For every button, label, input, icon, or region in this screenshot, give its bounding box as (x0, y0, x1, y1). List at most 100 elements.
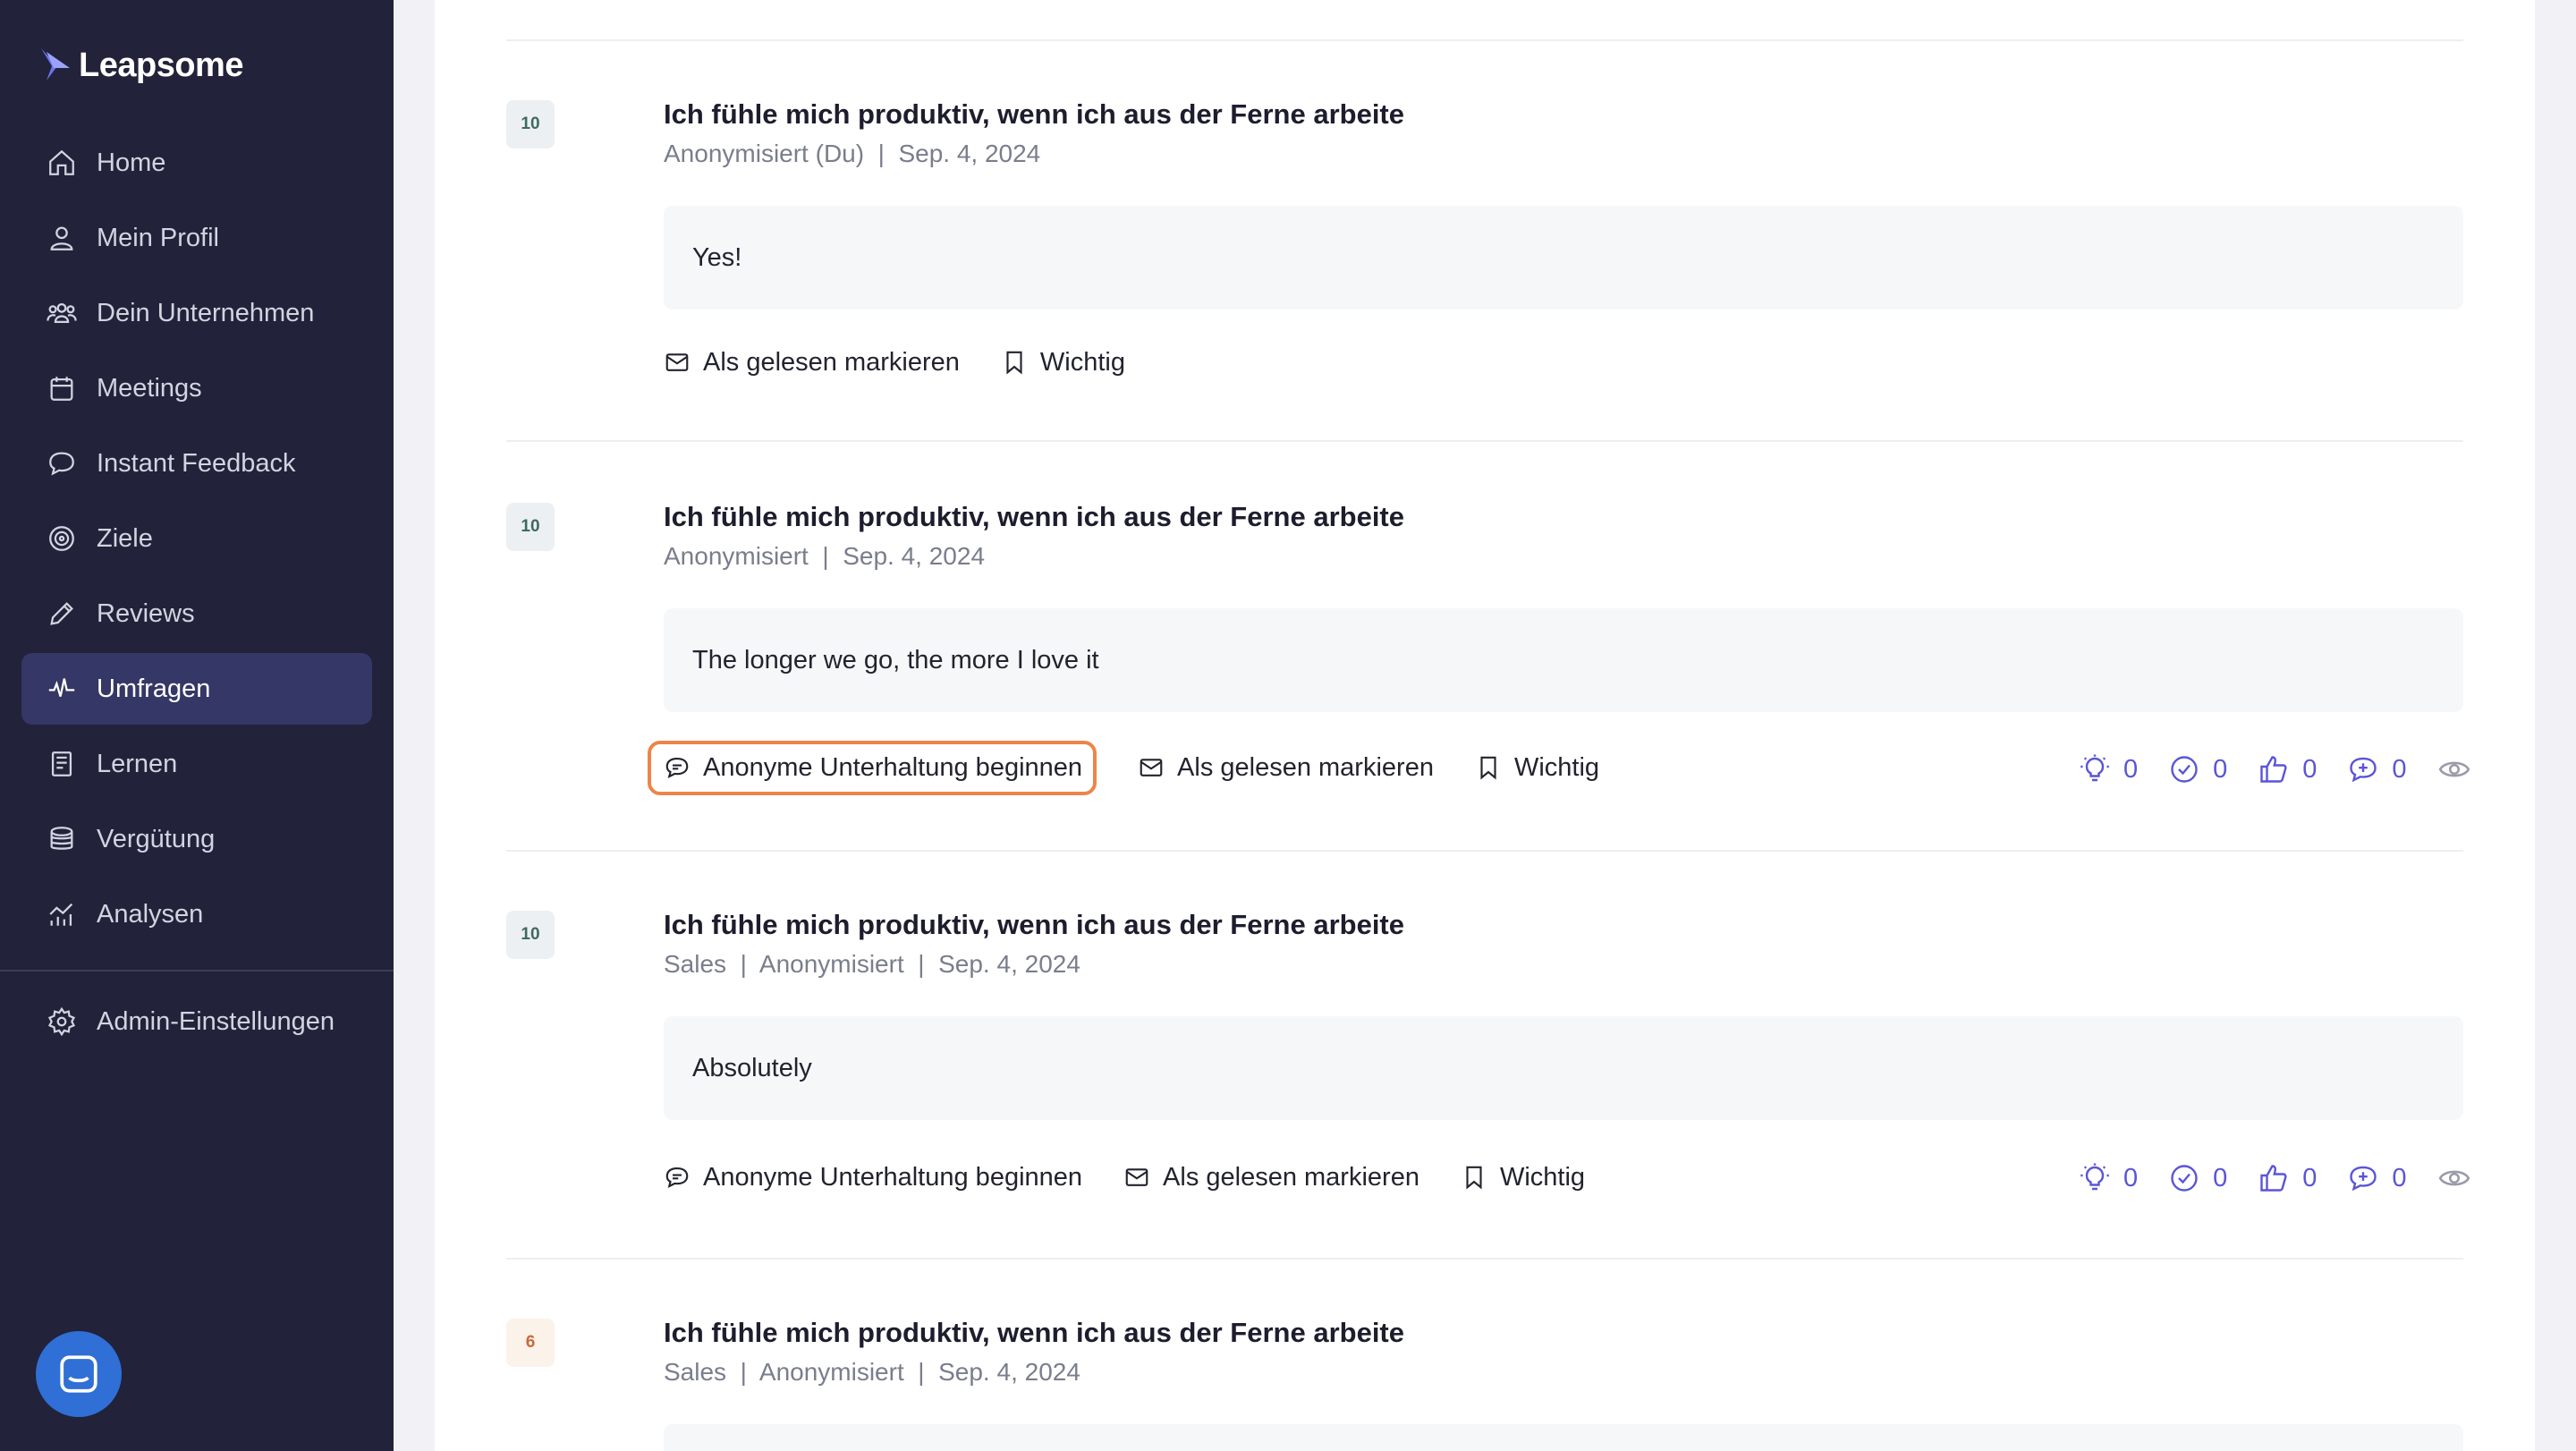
response-meta: Anonymisiert | Sep. 4, 2024 (664, 542, 986, 570)
important-button[interactable]: Wichtig (1461, 1163, 1585, 1192)
action-label: Wichtig (1039, 347, 1125, 377)
score-badge: 10 (506, 911, 555, 959)
sidebar-item-label: Lernen (97, 749, 178, 778)
target-icon (49, 526, 74, 551)
sidebar: Leapsome Home Mein Profil Dein Unternehm… (0, 0, 394, 1451)
action-label: Wichtig (1513, 752, 1600, 782)
user-icon (50, 226, 73, 250)
comment-plus-icon (2350, 1166, 2377, 1192)
entry-actions: Anonyme Unterhaltung beginnen Als gelese… (664, 1150, 1626, 1204)
book-icon (51, 751, 72, 776)
sidebar-item-surveys[interactable]: Umfragen (21, 653, 372, 725)
important-button[interactable]: Wichtig (1001, 348, 1125, 378)
comment-reaction[interactable]: 0 (2347, 1162, 2407, 1194)
entry-divider (506, 440, 2463, 442)
agree-count: 0 (2213, 754, 2228, 784)
admin-nav: Admin-Einstellungen (21, 986, 372, 1061)
action-label: Als gelesen markieren (1177, 752, 1434, 782)
action-label: Anonyme Unterhaltung beginnen (703, 1162, 1083, 1192)
start-anonymous-conversation-button[interactable]: Anonyme Unterhaltung beginnen (664, 1163, 1082, 1192)
sidebar-item-analytics[interactable]: Analysen (21, 878, 372, 950)
important-button[interactable]: Wichtig (1475, 753, 1599, 783)
sidebar-item-meetings[interactable]: Meetings (21, 352, 372, 424)
chat-icon (665, 1167, 689, 1188)
lightbulb-icon (2080, 1163, 2109, 1191)
sidebar-item-label: Vergütung (97, 824, 216, 853)
like-count: 0 (2302, 754, 2318, 784)
bookmark-icon (1480, 756, 1496, 780)
idea-reaction[interactable]: 0 (2079, 753, 2138, 785)
chat-icon (49, 452, 74, 476)
leapsome-bird-icon (41, 48, 70, 81)
eye-icon[interactable] (2437, 1161, 2471, 1195)
sidebar-item-label: Analysen (97, 899, 204, 929)
main-nav: Home Mein Profil Dein Unternehmen Meetin… (21, 127, 372, 954)
comment-count: 0 (2392, 1163, 2407, 1192)
sidebar-item-compensation[interactable]: Vergütung (21, 803, 372, 875)
mark-read-button[interactable]: Als gelesen markieren (664, 348, 960, 378)
sidebar-item-instant-feedback[interactable]: Instant Feedback (21, 428, 372, 499)
like-reaction[interactable]: 0 (2258, 753, 2317, 785)
thumbs-up-icon (2260, 756, 2287, 783)
sidebar-item-label: Admin-Einstellungen (97, 1006, 335, 1036)
sidebar-item-label: Instant Feedback (97, 448, 296, 478)
chat-bubble-icon (60, 1355, 97, 1393)
agree-count: 0 (2213, 1163, 2228, 1192)
entry-divider (506, 1258, 2463, 1260)
sidebar-item-learning[interactable]: Lernen (21, 728, 372, 800)
leapsome-logo[interactable]: Leapsome (38, 45, 243, 86)
sidebar-item-home[interactable]: Home (21, 127, 372, 199)
idea-reaction[interactable]: 0 (2079, 1162, 2138, 1194)
sidebar-item-company[interactable]: Dein Unternehmen (21, 277, 372, 349)
agree-reaction[interactable]: 0 (2168, 1162, 2227, 1194)
entry-divider (506, 850, 2463, 852)
start-anonymous-conversation-button[interactable]: Anonyme Unterhaltung beginnen (648, 740, 1097, 795)
envelope-icon (1125, 1168, 1148, 1186)
bookmark-icon (1466, 1166, 1482, 1190)
home-icon (49, 149, 74, 175)
pulse-icon (48, 678, 75, 697)
sidebar-item-goals[interactable]: Ziele (21, 503, 372, 574)
sidebar-item-label: Home (97, 148, 166, 177)
action-label: Als gelesen markieren (1163, 1162, 1419, 1192)
sidebar-item-reviews[interactable]: Reviews (21, 578, 372, 649)
mark-read-button[interactable]: Als gelesen markieren (1138, 753, 1434, 783)
agree-reaction[interactable]: 0 (2168, 753, 2227, 785)
help-chat-button[interactable] (36, 1331, 122, 1417)
sidebar-item-profile[interactable]: Mein Profil (21, 202, 372, 274)
like-count: 0 (2302, 1163, 2318, 1192)
question-title: Ich fühle mich produktiv, wenn ich aus d… (664, 98, 1404, 130)
comment-reaction[interactable]: 0 (2347, 753, 2407, 785)
score-badge: 10 (506, 503, 555, 551)
comment-plus-icon (2350, 757, 2377, 783)
sidebar-divider (0, 970, 394, 972)
answer-text: The longer we go, the more I love it (664, 608, 2463, 712)
envelope-icon (1140, 759, 1163, 776)
envelope-icon (665, 353, 689, 371)
coins-icon (50, 827, 73, 850)
eye-icon[interactable] (2437, 752, 2471, 786)
action-label: Als gelesen markieren (703, 347, 960, 377)
action-label: Wichtig (1499, 1162, 1586, 1192)
response-meta: Anonymisiert (Du) | Sep. 4, 2024 (664, 140, 1041, 167)
response-meta: Sales | Anonymisiert | Sep. 4, 2024 (664, 950, 1080, 978)
entry-divider (506, 39, 2463, 41)
like-reaction[interactable]: 0 (2258, 1162, 2317, 1194)
question-title: Ich fühle mich produktiv, wenn ich aus d… (664, 909, 1404, 940)
score-badge: 6 (506, 1319, 555, 1367)
idea-count: 0 (2123, 754, 2139, 784)
chat-icon (665, 757, 689, 778)
comment-count: 0 (2392, 754, 2407, 784)
answer-text (664, 1424, 2463, 1451)
sidebar-item-label: Reviews (97, 598, 195, 628)
gear-icon (47, 1006, 76, 1037)
sidebar-item-label: Ziele (97, 523, 153, 553)
mark-read-button[interactable]: Als gelesen markieren (1123, 1163, 1419, 1192)
check-circle-icon (2171, 1165, 2198, 1192)
bookmark-icon (1006, 351, 1022, 375)
app-name: Leapsome (79, 46, 243, 84)
lightbulb-icon (2080, 754, 2109, 782)
thumbs-up-icon (2260, 1165, 2287, 1192)
sidebar-item-admin-settings[interactable]: Admin-Einstellungen (21, 986, 372, 1057)
answer-text: Absolutely (664, 1016, 2463, 1120)
